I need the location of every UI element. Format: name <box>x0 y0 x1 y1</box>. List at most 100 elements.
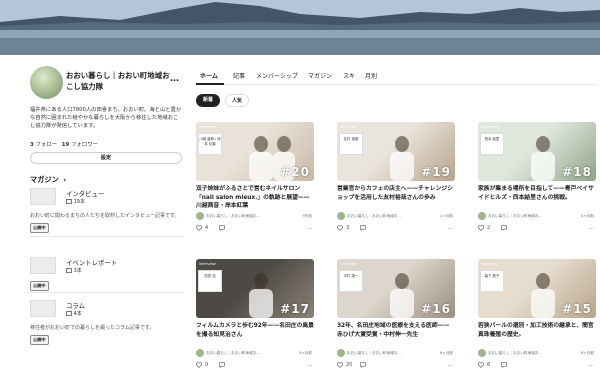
author-name[interactable]: おおい暮らし｜おおい町地域お… <box>488 351 542 356</box>
magazine-count: 3本 <box>66 267 82 274</box>
article-title[interactable]: 家族が集まる場所を目指して——青戸ベイサイドヒルズ・西本結里さんの挑戦。 <box>478 185 596 202</box>
author-avatar[interactable] <box>337 212 345 220</box>
heart-icon[interactable] <box>196 225 202 233</box>
tab-divider <box>196 84 596 85</box>
author-avatar[interactable] <box>337 349 345 357</box>
author-name[interactable]: おおい暮らし｜おおい町地域お… <box>347 351 401 356</box>
like-count: 9 <box>205 362 209 368</box>
issue-number: #15 <box>562 302 592 316</box>
account-name[interactable]: おおい暮らし｜おおい町地域おこし協力隊 <box>66 70 176 92</box>
more-options-icon[interactable]: … <box>589 362 594 368</box>
tab-monthly[interactable]: 月別 <box>365 71 377 80</box>
author-avatar[interactable] <box>478 212 486 220</box>
issue-number: #17 <box>280 302 310 316</box>
post-age: 1ヶ月前 <box>439 214 453 218</box>
author-avatar[interactable] <box>478 349 486 357</box>
more-options-icon[interactable]: … <box>307 225 312 231</box>
magazine-count-label: 3本 <box>73 268 82 274</box>
following-count[interactable]: 3 <box>30 142 34 148</box>
magazine-heading[interactable]: マガジン › <box>30 175 66 185</box>
interviewee-label: 友村 裕哉 <box>339 133 363 155</box>
like-count: 3 <box>346 225 350 231</box>
comment-icon[interactable] <box>501 225 507 233</box>
interviewee-label: 森下 麗子 <box>480 270 504 292</box>
article-thumbnail[interactable]: interview 森下 麗子 #15 <box>478 259 596 318</box>
divider <box>30 236 183 237</box>
tab-articles[interactable]: 記事 <box>233 71 245 80</box>
more-options-icon[interactable]: … <box>307 362 312 368</box>
tab-home[interactable]: ホーム <box>200 71 218 80</box>
magazine-count: 19本 <box>66 198 85 205</box>
filter-popular[interactable]: 人気 <box>225 94 249 107</box>
followers-label[interactable]: フォロワー <box>71 142 98 148</box>
followers-count[interactable]: 19 <box>62 142 70 148</box>
following-label[interactable]: フォロー <box>35 142 57 148</box>
magazine-count: 4本 <box>66 310 82 317</box>
comment-icon[interactable] <box>501 362 507 370</box>
magazine-thumbnail <box>30 257 56 274</box>
author-avatar[interactable] <box>196 349 204 357</box>
comment-icon[interactable] <box>219 225 225 233</box>
tab-membership[interactable]: メンバーシップ <box>256 71 298 80</box>
heart-icon[interactable] <box>196 362 202 370</box>
magazine-desc: 移住者がおおい町での暮らしを綴ったコラム記事です。 <box>30 325 155 331</box>
active-tab-indicator <box>196 83 224 85</box>
magazine-count-label: 4本 <box>73 311 82 317</box>
article-meta: おおい暮らし｜おおい町地域お… 8ヶ月前 <box>478 349 596 358</box>
article-title[interactable]: フィルムカメラと歩む92年——名田庄の風景を撮る知見治さん <box>196 322 314 339</box>
book-icon <box>66 268 72 273</box>
article-title[interactable]: 32年、名田庄地域の医療を支える医師——赤ひげ大賞受賞・中村伸一先生 <box>337 322 455 339</box>
heart-icon[interactable] <box>478 225 484 233</box>
article-thumbnail[interactable]: interview 知見 浩 #17 <box>196 259 314 318</box>
magazine-name: イベントレポート <box>66 259 118 267</box>
author-avatar[interactable] <box>196 212 204 220</box>
post-age: 4ヶ月前 <box>580 214 594 218</box>
issue-number: #16 <box>421 302 451 316</box>
article-thumbnail[interactable]: interview 友村 裕哉 #19 <box>337 122 455 181</box>
article-title[interactable]: 双子姉妹がふるさとで営むネイルサロン「nail salon mieux.」の軌跡… <box>196 185 314 211</box>
settings-button[interactable]: 設定 <box>30 152 182 164</box>
author-name[interactable]: おおい暮らし｜おおい町地域お… <box>206 351 260 356</box>
magazine-thumbnail <box>30 300 56 317</box>
article-thumbnail[interactable]: interview 川崎 亜希 / 岸本 紅葉 #20 <box>196 122 314 181</box>
author-name[interactable]: おおい暮らし｜おおい町地域お… <box>347 214 401 219</box>
article-thumbnail[interactable]: interview 中村 康一 #16 <box>337 259 455 318</box>
author-name[interactable]: おおい暮らし｜おおい町地域お… <box>206 214 260 219</box>
comment-icon[interactable] <box>360 362 366 370</box>
status-badge: 公開中 <box>30 335 49 345</box>
issue-number: #20 <box>280 165 310 179</box>
magazine-desc: おおい町に関わるまちの人たちを取材したインタビュー記事です。 <box>30 213 180 219</box>
like-count: 20 <box>346 362 353 368</box>
heart-icon[interactable] <box>337 225 343 233</box>
article-thumbnail[interactable]: interview 西本 結里 #18 <box>478 122 596 181</box>
author-name[interactable]: おおい暮らし｜おおい町地域お… <box>488 214 542 219</box>
comment-icon[interactable] <box>360 225 366 233</box>
interviewee-label: 知見 浩 <box>198 270 222 292</box>
comment-icon[interactable] <box>219 362 225 370</box>
avatar[interactable] <box>30 66 63 99</box>
card-tag: interview <box>481 125 498 129</box>
tab-likes[interactable]: スキ <box>343 71 355 80</box>
more-options-icon[interactable]: … <box>170 74 179 84</box>
article-meta: おおい暮らし｜おおい町地域お… 1ヶ月前 <box>337 212 455 221</box>
more-options-icon[interactable]: … <box>448 362 453 368</box>
article-meta: おおい暮らし｜おおい町地域お… 5ヶ月前 <box>196 349 314 358</box>
heart-icon[interactable] <box>337 362 343 370</box>
post-age: 8ヶ月前 <box>580 351 594 355</box>
magazine-name: コラム <box>66 302 85 310</box>
profile-bio: 福井県にある人口7800人の田舎まち、おおい町。海と山と豊かな自然に囲まれた穏や… <box>30 107 182 130</box>
more-options-icon[interactable]: … <box>448 225 453 231</box>
article-actions: 9 … <box>196 362 314 371</box>
card-tag: interview <box>199 262 216 266</box>
article-title[interactable]: 若狭パールの選別・加工技術の継承と、間宮真珠養殖の歴史。 <box>478 322 596 339</box>
filter-new[interactable]: 新着 <box>196 94 220 107</box>
like-count: 2 <box>487 225 491 231</box>
more-options-icon[interactable]: … <box>589 225 594 231</box>
interviewee-label: 西本 結里 <box>480 133 504 155</box>
heart-icon[interactable] <box>478 362 484 370</box>
article-title[interactable]: 営業官からカフェの店主へ——チャレンジショップを活用した友村裕哉さんの歩み <box>337 185 455 202</box>
article-meta: おおい暮らし｜おおい町地域お… 4ヶ月前 <box>478 212 596 221</box>
magazine-count-label: 19本 <box>73 199 85 205</box>
interviewee-label: 中村 康一 <box>339 270 363 292</box>
tab-magazine[interactable]: マガジン <box>308 71 332 80</box>
